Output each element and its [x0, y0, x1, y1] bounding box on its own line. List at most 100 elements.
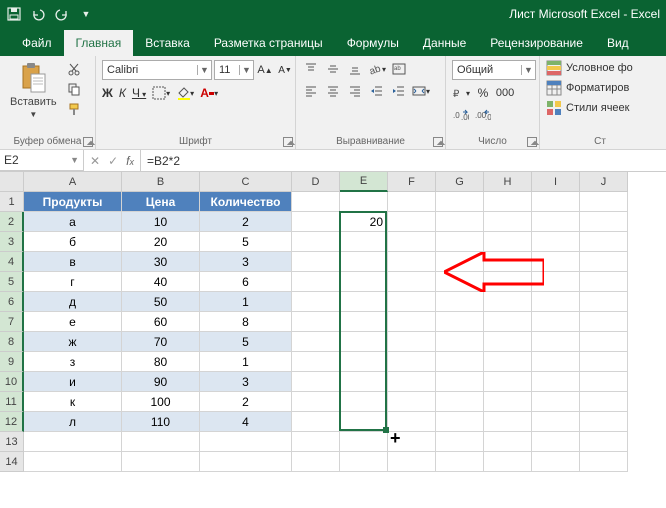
- cell-C11[interactable]: 2: [200, 392, 292, 412]
- cell-D3[interactable]: [292, 232, 340, 252]
- column-header-A[interactable]: A: [24, 172, 122, 192]
- cell-E12[interactable]: [340, 412, 388, 432]
- cell-E13[interactable]: [340, 432, 388, 452]
- cell-B2[interactable]: 10: [122, 212, 200, 232]
- cell-H14[interactable]: [484, 452, 532, 472]
- tab-page-layout[interactable]: Разметка страницы: [202, 30, 335, 56]
- redo-icon[interactable]: [54, 6, 70, 22]
- cell-G10[interactable]: [436, 372, 484, 392]
- cell-B7[interactable]: 60: [122, 312, 200, 332]
- row-header-10[interactable]: 10: [0, 372, 24, 392]
- cell-F1[interactable]: [388, 192, 436, 212]
- accounting-format-icon[interactable]: ₽▾: [452, 84, 470, 102]
- cell-D10[interactable]: [292, 372, 340, 392]
- cell-F9[interactable]: [388, 352, 436, 372]
- underline-button[interactable]: Ч ▾: [132, 86, 146, 100]
- row-header-5[interactable]: 5: [0, 272, 24, 292]
- cell-J11[interactable]: [580, 392, 628, 412]
- cell-I13[interactable]: [532, 432, 580, 452]
- cell-A11[interactable]: к: [24, 392, 122, 412]
- cell-H13[interactable]: [484, 432, 532, 452]
- spreadsheet-grid[interactable]: 1234567891011121314 ABCDEFGHIJ ПродуктыЦ…: [0, 172, 666, 502]
- cell-D11[interactable]: [292, 392, 340, 412]
- align-center-icon[interactable]: [324, 82, 342, 100]
- cell-J1[interactable]: [580, 192, 628, 212]
- cell-E3[interactable]: [340, 232, 388, 252]
- font-name-combo[interactable]: Calibri▼: [102, 60, 212, 80]
- cell-D14[interactable]: [292, 452, 340, 472]
- cell-A4[interactable]: в: [24, 252, 122, 272]
- cell-H2[interactable]: [484, 212, 532, 232]
- cell-I11[interactable]: [532, 392, 580, 412]
- undo-icon[interactable]: [30, 6, 46, 22]
- cell-E14[interactable]: [340, 452, 388, 472]
- orientation-icon[interactable]: ab▾: [368, 60, 386, 78]
- cell-C3[interactable]: 5: [200, 232, 292, 252]
- tab-data[interactable]: Данные: [411, 30, 478, 56]
- cell-E7[interactable]: [340, 312, 388, 332]
- cell-F8[interactable]: [388, 332, 436, 352]
- cell-J10[interactable]: [580, 372, 628, 392]
- row-header-11[interactable]: 11: [0, 392, 24, 412]
- formula-bar[interactable]: =B2*2: [141, 150, 666, 171]
- cell-G8[interactable]: [436, 332, 484, 352]
- cell-A9[interactable]: з: [24, 352, 122, 372]
- row-header-13[interactable]: 13: [0, 432, 24, 452]
- border-button[interactable]: ▾: [152, 84, 170, 102]
- cell-G13[interactable]: [436, 432, 484, 452]
- font-size-combo[interactable]: 11▼: [214, 60, 254, 80]
- cell-I4[interactable]: [532, 252, 580, 272]
- cell-D6[interactable]: [292, 292, 340, 312]
- cell-G7[interactable]: [436, 312, 484, 332]
- cell-C6[interactable]: 1: [200, 292, 292, 312]
- cell-A14[interactable]: [24, 452, 122, 472]
- tab-file[interactable]: Файл: [10, 30, 64, 56]
- cell-I8[interactable]: [532, 332, 580, 352]
- cell-E5[interactable]: [340, 272, 388, 292]
- cell-H1[interactable]: [484, 192, 532, 212]
- column-header-F[interactable]: F: [388, 172, 436, 192]
- cell-I12[interactable]: [532, 412, 580, 432]
- cell-G9[interactable]: [436, 352, 484, 372]
- cell-B10[interactable]: 90: [122, 372, 200, 392]
- number-format-combo[interactable]: Общий▼: [452, 60, 536, 80]
- cell-D4[interactable]: [292, 252, 340, 272]
- percent-format-icon[interactable]: %: [474, 84, 492, 102]
- column-header-E[interactable]: E: [340, 172, 388, 192]
- cell-G2[interactable]: [436, 212, 484, 232]
- cell-D13[interactable]: [292, 432, 340, 452]
- decrease-indent-icon[interactable]: [368, 82, 386, 100]
- cell-A10[interactable]: и: [24, 372, 122, 392]
- conditional-formatting-button[interactable]: Условное фо: [546, 60, 633, 76]
- cell-B8[interactable]: 70: [122, 332, 200, 352]
- cell-J7[interactable]: [580, 312, 628, 332]
- cell-H5[interactable]: [484, 272, 532, 292]
- cell-F3[interactable]: [388, 232, 436, 252]
- cell-B1[interactable]: Цена: [122, 192, 200, 212]
- cell-H12[interactable]: [484, 412, 532, 432]
- italic-button[interactable]: К: [119, 86, 126, 100]
- cell-J8[interactable]: [580, 332, 628, 352]
- cell-C10[interactable]: 3: [200, 372, 292, 392]
- tab-insert[interactable]: Вставка: [133, 30, 202, 56]
- column-header-I[interactable]: I: [532, 172, 580, 192]
- comma-format-icon[interactable]: 000: [496, 84, 514, 102]
- cell-B13[interactable]: [122, 432, 200, 452]
- cell-C8[interactable]: 5: [200, 332, 292, 352]
- column-header-D[interactable]: D: [292, 172, 340, 192]
- cell-H8[interactable]: [484, 332, 532, 352]
- cell-C13[interactable]: [200, 432, 292, 452]
- cell-C2[interactable]: 2: [200, 212, 292, 232]
- column-header-B[interactable]: B: [122, 172, 200, 192]
- column-header-J[interactable]: J: [580, 172, 628, 192]
- cell-F6[interactable]: [388, 292, 436, 312]
- qat-customize-icon[interactable]: ▼: [78, 6, 94, 22]
- cell-J3[interactable]: [580, 232, 628, 252]
- cell-H9[interactable]: [484, 352, 532, 372]
- cell-A13[interactable]: [24, 432, 122, 452]
- row-header-2[interactable]: 2: [0, 212, 24, 232]
- row-header-6[interactable]: 6: [0, 292, 24, 312]
- align-top-icon[interactable]: [302, 60, 320, 78]
- cell-G14[interactable]: [436, 452, 484, 472]
- cell-C1[interactable]: Количество: [200, 192, 292, 212]
